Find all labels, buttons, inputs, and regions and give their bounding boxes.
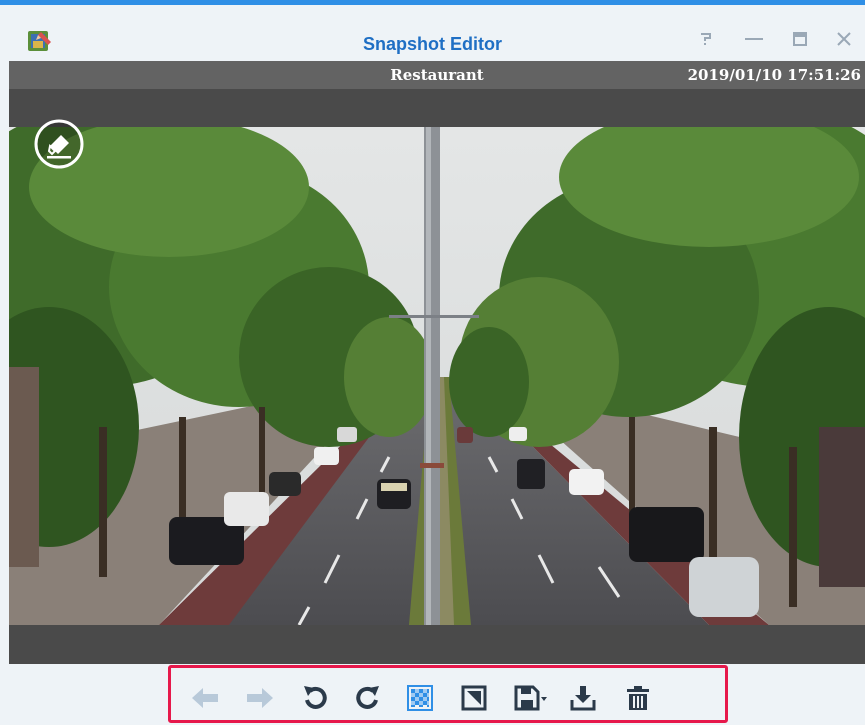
snapshot-info-bar: Restaurant 2019/01/10 17:51:26: [9, 61, 865, 89]
save-dropdown-icon: [514, 685, 547, 711]
help-icon: [701, 33, 711, 45]
trash-icon: [627, 686, 649, 710]
delete-button[interactable]: [621, 683, 655, 713]
rotate-ccw-icon: [304, 686, 327, 709]
help-button[interactable]: [692, 25, 720, 53]
rotate-clockwise-button[interactable]: [351, 683, 385, 713]
maximize-button[interactable]: [786, 25, 814, 53]
mosaic-button[interactable]: [403, 683, 437, 713]
snapshot-timestamp: 2019/01/10 17:51:26: [687, 66, 861, 84]
eraser-icon: [34, 119, 84, 169]
snapshot-editor-window: Snapshot Editor Restaurant 2019/01/10 17…: [0, 0, 865, 725]
eraser-tool-button[interactable]: [33, 118, 85, 170]
close-icon: [837, 32, 851, 46]
arrow-left-icon: [192, 688, 218, 708]
crop-icon: [461, 685, 487, 711]
previous-button[interactable]: [188, 683, 222, 713]
close-button[interactable]: [830, 25, 858, 53]
window-title: Snapshot Editor: [363, 34, 502, 54]
arrow-right-icon: [247, 688, 273, 708]
crop-button[interactable]: [457, 683, 491, 713]
download-icon: [570, 686, 596, 711]
next-button[interactable]: [243, 683, 277, 713]
maximize-icon: [793, 32, 807, 46]
download-button[interactable]: [566, 683, 600, 713]
save-button[interactable]: [511, 683, 551, 713]
minimize-icon: [745, 38, 763, 40]
mosaic-icon: [407, 685, 433, 711]
editor-toolbar: [168, 665, 728, 723]
title-bar: Snapshot Editor: [0, 5, 865, 61]
snapshot-image[interactable]: [9, 127, 865, 625]
rotate-cw-icon: [356, 686, 379, 709]
snapshot-viewer: [9, 89, 865, 664]
minimize-button[interactable]: [740, 25, 768, 53]
rotate-counterclockwise-button[interactable]: [298, 683, 332, 713]
